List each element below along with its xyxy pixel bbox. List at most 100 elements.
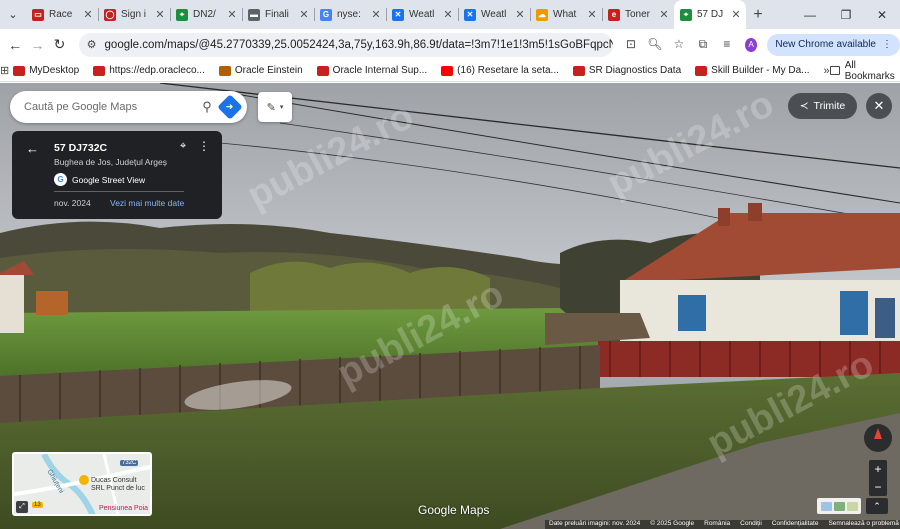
bookmark-item[interactable]: SR Diagnostics Data	[572, 65, 681, 76]
search-icon[interactable]: ⚲	[193, 99, 221, 115]
bookmark-item[interactable]: (16) Resetare la seta...	[441, 65, 559, 76]
url-text[interactable]: google.com/maps/@45.2770339,25.0052424,3…	[105, 39, 613, 51]
bookmark-favicon-icon	[13, 65, 26, 76]
zoom-in-button[interactable]: +	[869, 460, 887, 478]
browser-tab[interactable]: ☁ What ✕	[530, 0, 602, 29]
bookmark-item[interactable]: Oracle Einstein	[218, 65, 303, 76]
site-info-icon[interactable]: ⚙	[87, 38, 97, 51]
tab-close-icon[interactable]: ✕	[225, 8, 239, 21]
bookmark-label: MyDesktop	[29, 65, 80, 76]
folder-icon	[829, 66, 840, 75]
tab-search-button[interactable]: ⌄	[0, 0, 26, 29]
tab-favicon-icon: ⌖	[176, 8, 188, 21]
zoom-icon[interactable]: 🔍︎	[643, 37, 667, 52]
forward-icon[interactable]: →	[26, 37, 48, 53]
close-window-icon[interactable]: ✕	[864, 8, 900, 22]
address-title: 57 DJ732C	[54, 142, 108, 154]
tab-close-icon[interactable]: ✕	[297, 8, 311, 21]
map-pin-icon[interactable]: ⌖	[180, 140, 186, 153]
share-label: Trimite	[813, 100, 846, 112]
all-bookmarks-button[interactable]: All Bookmarks	[829, 60, 897, 82]
browser-tab[interactable]: ⌖ 57 DJ ✕	[674, 0, 746, 29]
footer-link: Date preluări imagini: nov. 2024	[549, 520, 641, 527]
footer-link[interactable]: România	[704, 520, 730, 529]
browser-tab[interactable]: ✕ Weatl ✕	[386, 0, 458, 29]
tab-favicon-icon: e	[608, 8, 620, 21]
zoom-controls: + −	[869, 460, 887, 496]
minimap[interactable]: 732C Ducas Consult SRL Punct de luc Ghiu…	[12, 452, 152, 516]
apps-grid-icon[interactable]: ⊞	[0, 64, 9, 77]
browser-tab[interactable]: ◯ Sign i ✕	[98, 0, 170, 29]
profile-avatar[interactable]: A	[744, 37, 758, 52]
browser-tab[interactable]: ⌖ DN2/ ✕	[170, 0, 242, 29]
install-app-icon[interactable]: ⊡	[619, 37, 643, 52]
browser-toolbar: ← → ↻ ⚙ google.com/maps/@45.2770339,25.0…	[0, 29, 900, 60]
divider	[54, 191, 184, 192]
maximize-icon[interactable]: ❐	[828, 8, 864, 22]
bookmark-star-icon[interactable]: ☆	[667, 37, 691, 52]
tab-favicon-icon: ◯	[104, 8, 116, 21]
tab-title: nyse:	[337, 9, 361, 20]
browser-tab[interactable]: e Toner ✕	[602, 0, 674, 29]
tab-close-icon[interactable]: ✕	[513, 8, 527, 21]
tab-title: Weatl	[409, 9, 435, 20]
tab-favicon-icon: ▭	[32, 8, 44, 21]
footer-link[interactable]: Semnalează o problemă	[828, 520, 898, 529]
new-tab-button[interactable]: +	[746, 6, 770, 24]
bookmark-label: Oracle Internal Sup...	[332, 65, 428, 76]
bookmark-favicon-icon	[695, 65, 708, 76]
minimize-icon[interactable]: —	[792, 8, 828, 22]
close-street-view-button[interactable]: ✕	[866, 93, 892, 119]
browser-tab[interactable]: Gnyse: ✕	[314, 0, 386, 29]
media-icon[interactable]: ≡	[715, 37, 739, 52]
share-button[interactable]: ≺ Trimite	[788, 93, 857, 119]
directions-icon[interactable]: ➜	[217, 94, 243, 120]
expand-map-icon[interactable]: ⤢	[16, 501, 28, 513]
new-chrome-label: New Chrome available	[775, 39, 876, 50]
tab-title: Finali	[265, 9, 289, 20]
extensions-icon[interactable]: ⧉	[691, 37, 715, 52]
maps-search-box[interactable]: Caută pe Google Maps ⚲ ➜	[10, 91, 247, 123]
zoom-out-button[interactable]: −	[869, 478, 887, 496]
compass-icon[interactable]	[864, 424, 892, 452]
bookmark-item[interactable]: https://edp.oracleco...	[93, 65, 205, 76]
layers-button[interactable]	[817, 498, 861, 514]
omnibox-actions: ⊡ 🔍︎ ☆ ⧉ ≡	[619, 37, 739, 52]
footer-link[interactable]: Confidențialitate	[772, 520, 819, 529]
back-arrow-icon[interactable]: ←	[26, 141, 39, 156]
bookmark-favicon-icon	[93, 65, 106, 76]
tab-title: 57 DJ	[697, 9, 724, 20]
bookmark-item[interactable]: Oracle Internal Sup...	[316, 65, 428, 76]
footer-link[interactable]: Condiții	[740, 520, 762, 529]
reload-icon[interactable]: ↻	[48, 36, 70, 53]
kebab-menu-icon[interactable]: ⋮	[882, 39, 892, 50]
tab-close-icon[interactable]: ✕	[441, 8, 455, 21]
location-info-card: ← 57 DJ732C Bughea de Jos, Județul Argeș…	[12, 131, 222, 219]
tab-close-icon[interactable]: ✕	[657, 8, 671, 21]
bookmark-label: Oracle Einstein	[234, 65, 303, 76]
street-view-panorama[interactable]: publi24.ro publi24.ro publi24.ro publi24…	[0, 83, 900, 529]
bookmark-item[interactable]: Skill Builder - My Da...	[695, 65, 810, 76]
new-chrome-button[interactable]: New Chrome available ⋮	[767, 33, 900, 56]
browser-tab[interactable]: ✕ Weatl ✕	[458, 0, 530, 29]
bookmark-favicon-icon	[316, 65, 329, 76]
tab-favicon-icon: ⌖	[680, 8, 692, 21]
bookmark-item[interactable]: MyDesktop	[13, 65, 79, 76]
search-input[interactable]: Caută pe Google Maps	[24, 101, 137, 113]
tab-close-icon[interactable]: ✕	[729, 8, 743, 21]
tab-close-icon[interactable]: ✕	[81, 8, 95, 21]
address-bar[interactable]: ⚙ google.com/maps/@45.2770339,25.0052424…	[78, 32, 613, 57]
bookmark-favicon-icon	[572, 65, 585, 76]
chevron-up-icon[interactable]: ⌃	[866, 498, 888, 514]
tab-close-icon[interactable]: ✕	[585, 8, 599, 21]
tab-favicon-icon: ▬	[248, 8, 260, 21]
more-options-icon[interactable]: ⋮	[198, 139, 210, 153]
tab-strip: ⌄ ▭ Race ✕ ◯ Sign i ✕ ⌖ DN2/ ✕ ▬ Finali ✕ Gnyse: ✕ ✕ We…	[0, 0, 900, 29]
back-icon[interactable]: ←	[4, 37, 26, 53]
draw-tool-button[interactable]: ✎ ▾	[258, 92, 292, 122]
more-dates-link[interactable]: Vezi mai multe date	[110, 198, 184, 208]
browser-tab[interactable]: ▬ Finali ✕	[242, 0, 314, 29]
tab-close-icon[interactable]: ✕	[369, 8, 383, 21]
browser-tab[interactable]: ▭ Race ✕	[26, 0, 98, 29]
tab-close-icon[interactable]: ✕	[153, 8, 167, 21]
